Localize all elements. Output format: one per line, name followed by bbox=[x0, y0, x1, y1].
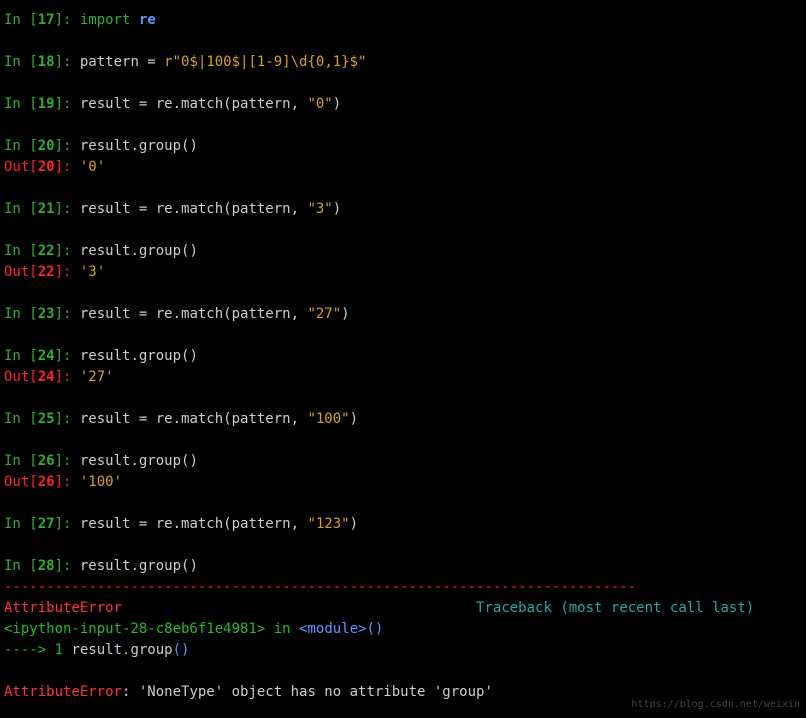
terminal-line bbox=[4, 325, 802, 346]
terminal-line: In [21]: result = re.match(pattern, "3") bbox=[4, 199, 802, 220]
terminal-line: Out[24]: '27' bbox=[4, 367, 802, 388]
terminal-line: Out[26]: '100' bbox=[4, 472, 802, 493]
ipython-terminal: In [17]: import re In [18]: pattern = r"… bbox=[4, 10, 802, 703]
terminal-line: In [17]: import re bbox=[4, 10, 802, 31]
watermark-text: https://blog.csdn.net/weixin bbox=[631, 697, 800, 712]
terminal-line bbox=[4, 31, 802, 52]
terminal-line: In [23]: result = re.match(pattern, "27"… bbox=[4, 304, 802, 325]
terminal-line bbox=[4, 73, 802, 94]
terminal-line: AttributeError Traceback (most recent ca… bbox=[4, 598, 802, 619]
terminal-line: In [19]: result = re.match(pattern, "0") bbox=[4, 94, 802, 115]
terminal-line bbox=[4, 115, 802, 136]
terminal-line: In [26]: result.group() bbox=[4, 451, 802, 472]
terminal-line: <ipython-input-28-c8eb6f1e4981> in <modu… bbox=[4, 619, 802, 640]
terminal-line: In [22]: result.group() bbox=[4, 241, 802, 262]
terminal-line: In [27]: result = re.match(pattern, "123… bbox=[4, 514, 802, 535]
terminal-line bbox=[4, 283, 802, 304]
terminal-line bbox=[4, 493, 802, 514]
terminal-line: In [24]: result.group() bbox=[4, 346, 802, 367]
terminal-line: ----------------------------------------… bbox=[4, 577, 802, 598]
terminal-line: ----> 1 result.group() bbox=[4, 640, 802, 661]
terminal-line: Out[22]: '3' bbox=[4, 262, 802, 283]
terminal-line: Out[20]: '0' bbox=[4, 157, 802, 178]
terminal-line bbox=[4, 220, 802, 241]
terminal-line: In [20]: result.group() bbox=[4, 136, 802, 157]
terminal-line bbox=[4, 430, 802, 451]
terminal-line bbox=[4, 661, 802, 682]
terminal-line: In [25]: result = re.match(pattern, "100… bbox=[4, 409, 802, 430]
terminal-line: In [18]: pattern = r"0$|100$|[1-9]\d{0,1… bbox=[4, 52, 802, 73]
terminal-line bbox=[4, 388, 802, 409]
terminal-line bbox=[4, 535, 802, 556]
terminal-line: In [28]: result.group() bbox=[4, 556, 802, 577]
terminal-line bbox=[4, 178, 802, 199]
